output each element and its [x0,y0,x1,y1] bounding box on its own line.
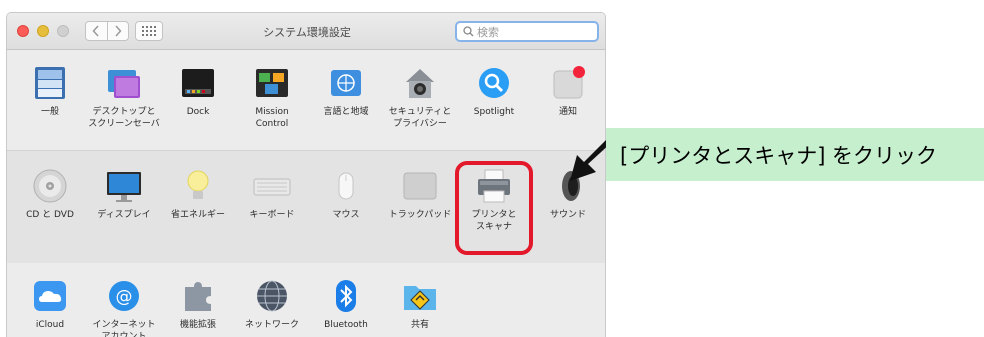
mission-control-icon [253,64,291,102]
forward-button[interactable] [106,22,129,40]
pane-label: 機能拡張 [179,320,216,330]
pane-network[interactable]: ネットワーク [235,277,309,331]
trackpad-icon [401,167,439,205]
general-icon [31,64,69,102]
pane-label: 省エネルギー [170,210,225,220]
spotlight-icon [475,64,513,102]
security-privacy-icon [401,64,439,102]
svg-text:@: @ [116,287,133,307]
back-button[interactable] [86,22,107,40]
pane-security-privacy[interactable]: セキュリティと プライバシー [383,64,457,130]
pane-desktop-screensaver[interactable]: デスクトップと スクリーンセーバ [87,64,161,130]
notifications-icon [549,64,587,102]
pane-label: マウス [332,210,360,220]
pane-label: トラックパッド [388,210,452,220]
pane-label: Bluetooth [324,320,368,330]
cd-dvd-icon [31,167,69,205]
pane-cd-dvd[interactable]: CD と DVD [13,167,87,221]
desktop-screensaver-icon [105,64,143,102]
pane-bluetooth[interactable]: Bluetooth [309,277,383,331]
pane-extensions[interactable]: 機能拡張 [161,277,235,331]
pane-label: iCloud [35,320,65,330]
title-bar: システム環境設定 検索 [7,13,605,50]
internet-accounts-icon: @ [105,277,143,315]
pane-general[interactable]: 一般 [13,64,87,118]
network-icon [253,277,291,315]
language-region-icon [327,64,365,102]
window-title: システム環境設定 [263,26,351,39]
pane-mouse[interactable]: マウス [309,167,383,221]
pane-label: セキュリティと プライバシー [388,107,452,129]
zoom-button[interactable] [57,25,69,37]
pane-dock[interactable]: Dock [161,64,235,118]
pane-label: ディスプレイ [97,210,151,220]
pane-energy-saver[interactable]: 省エネルギー [161,167,235,221]
pane-language-region[interactable]: 言語と地域 [309,64,383,118]
sharing-icon [401,277,439,315]
preferences-section-internet: iCloud @ インターネット アカウント 機能拡張 ネットワーク Bluet… [7,263,605,337]
pane-label: 言語と地域 [323,107,369,117]
system-preferences-window: システム環境設定 検索 一般 デスクトップと スクリーンセーバ Dock Mis… [6,12,606,337]
pane-display[interactable]: ディスプレイ [87,167,161,221]
dock-icon [179,64,217,102]
chevron-right-icon [115,25,122,37]
pane-notifications[interactable]: 通知 [531,64,605,118]
pane-label: サウンド [549,210,586,220]
minimize-button[interactable] [37,25,49,37]
close-button[interactable] [17,25,29,37]
grid-icon [142,26,156,36]
pane-trackpad[interactable]: トラックパッド [383,167,457,221]
printer-scanner-highlight-box [455,161,533,255]
pane-label: 通知 [558,107,577,117]
energy-saver-icon [179,167,217,205]
pane-label: 共有 [410,320,429,330]
icloud-icon [31,277,69,315]
pane-label: デスクトップと スクリーンセーバ [88,107,160,129]
show-all-button[interactable] [135,21,163,41]
pane-spotlight[interactable]: Spotlight [457,64,531,118]
pane-keyboard[interactable]: キーボード [235,167,309,221]
pane-internet-accounts[interactable]: @ インターネット アカウント [87,277,161,337]
pane-sharing[interactable]: 共有 [383,277,457,331]
pane-mission-control[interactable]: Mission Control [235,64,309,130]
search-field[interactable]: 検索 [455,21,599,42]
pane-label: 一般 [40,107,59,117]
search-icon [463,26,474,37]
mouse-icon [327,167,365,205]
preferences-section-personal: 一般 デスクトップと スクリーンセーバ Dock Mission Control… [7,50,605,150]
pane-label: Mission Control [255,107,289,129]
extensions-icon [179,277,217,315]
bluetooth-icon [327,277,365,315]
pane-label: ネットワーク [244,320,299,330]
navigation-buttons [85,21,129,41]
pane-label: キーボード [249,210,295,220]
keyboard-icon [253,167,291,205]
instruction-callout: [プリンタとスキャナ] をクリック [606,128,984,181]
search-placeholder: 検索 [477,25,499,39]
chevron-left-icon [92,25,99,37]
display-icon [105,167,143,205]
pane-icloud[interactable]: iCloud [13,277,87,331]
pane-label: CD と DVD [26,210,74,220]
pane-label: インターネット アカウント [92,320,156,337]
pane-label: Spotlight [473,107,515,117]
pane-label: Dock [186,107,210,117]
